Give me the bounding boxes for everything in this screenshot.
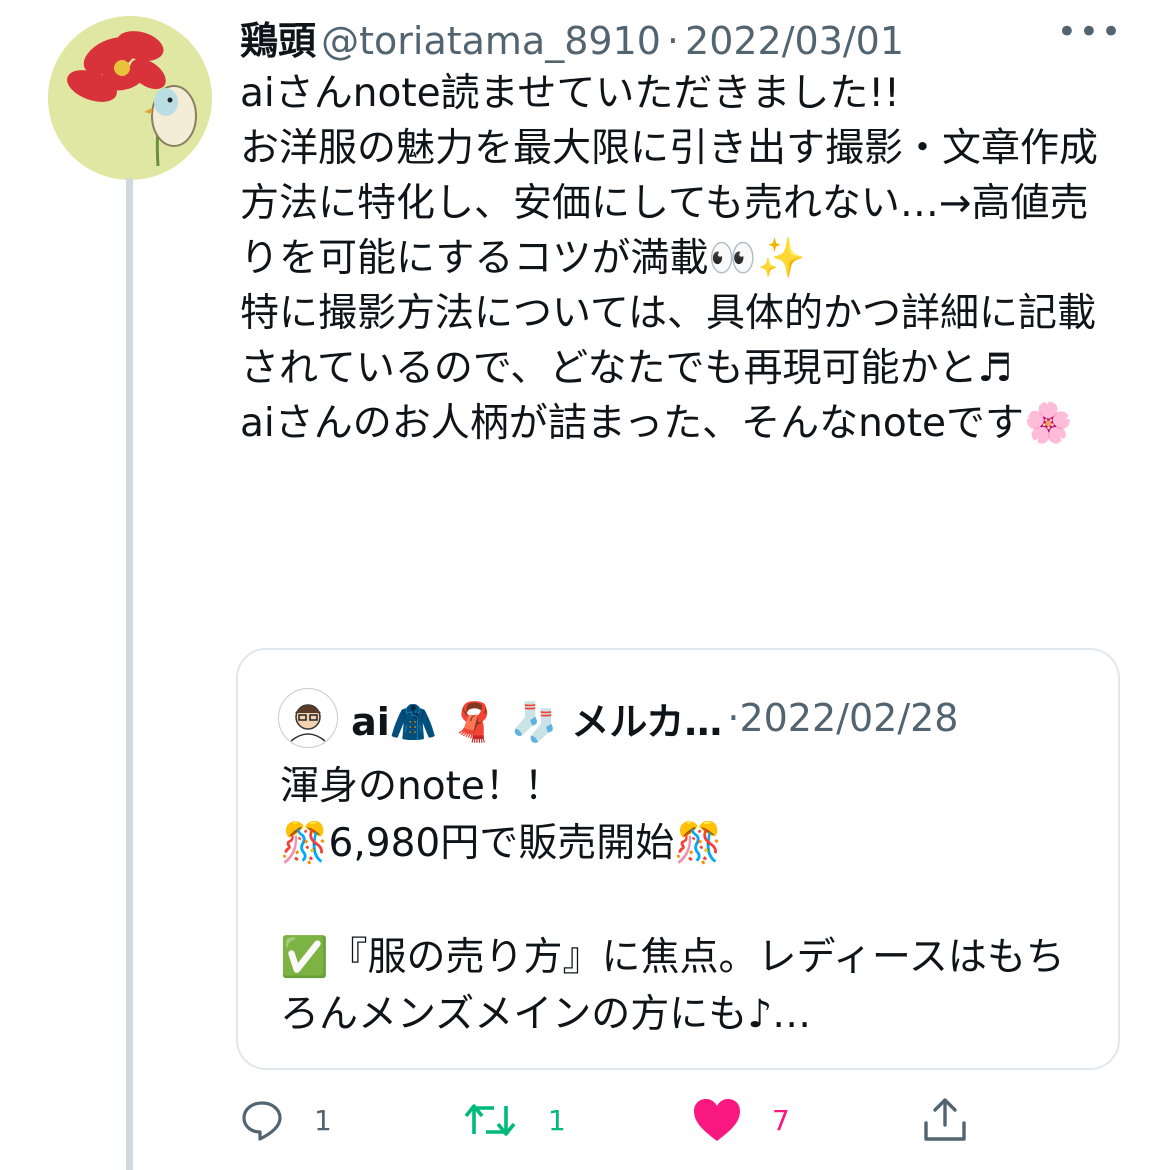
separator-dot: · — [666, 19, 680, 63]
reply-icon — [242, 1101, 282, 1141]
author-handle[interactable]: @toriatama_8910 — [321, 19, 661, 63]
retweet-icon — [464, 1104, 516, 1136]
reply-count: 1 — [314, 1103, 332, 1137]
heart-icon — [694, 1099, 740, 1141]
retweet-button[interactable]: 1 — [462, 1090, 566, 1150]
retweet-count: 1 — [548, 1103, 566, 1137]
quoted-avatar[interactable] — [278, 688, 338, 748]
quoted-avatar-icon — [279, 689, 337, 747]
avatar[interactable] — [48, 16, 212, 180]
tweet-header: 鶏頭 @toriatama_8910 · 2022/03/01 — [240, 10, 1120, 63]
like-count: 7 — [772, 1103, 790, 1137]
reply-button[interactable]: 1 — [240, 1090, 332, 1150]
tweet-date[interactable]: 2022/03/01 — [685, 19, 904, 63]
like-button[interactable]: 7 — [692, 1090, 790, 1150]
separator-dot: · — [727, 696, 740, 740]
quoted-tweet[interactable]: ai🧥 🧣 🧦 メルカ… ·2022/02/28 渾身のnote！！ 🎊6,98… — [236, 648, 1120, 1070]
avatar-illustration-icon — [48, 16, 212, 180]
quoted-author-name[interactable]: ai🧥 🧣 🧦 メルカ… — [351, 700, 722, 744]
action-bar: 1 1 7 — [240, 1090, 1120, 1150]
tweet-text: aiさんnote読ませていただきました!! お洋服の魅力を最大限に引き出す撮影・… — [240, 71, 1099, 446]
share-button[interactable] — [920, 1090, 970, 1150]
author-name[interactable]: 鶏頭 — [240, 19, 316, 63]
quoted-tweet-text: 渾身のnote！！ 🎊6,980円で販売開始🎊 ✅『服の売り方』に焦点。レディー… — [280, 764, 1065, 1037]
quoted-tweet-date[interactable]: 2022/02/28 — [739, 696, 958, 740]
quoted-tweet-header: ai🧥 🧣 🧦 メルカ… ·2022/02/28 — [278, 688, 958, 748]
thread-line — [126, 178, 133, 1170]
more-icon[interactable]: ••• — [1057, 12, 1123, 52]
share-icon — [924, 1098, 966, 1141]
